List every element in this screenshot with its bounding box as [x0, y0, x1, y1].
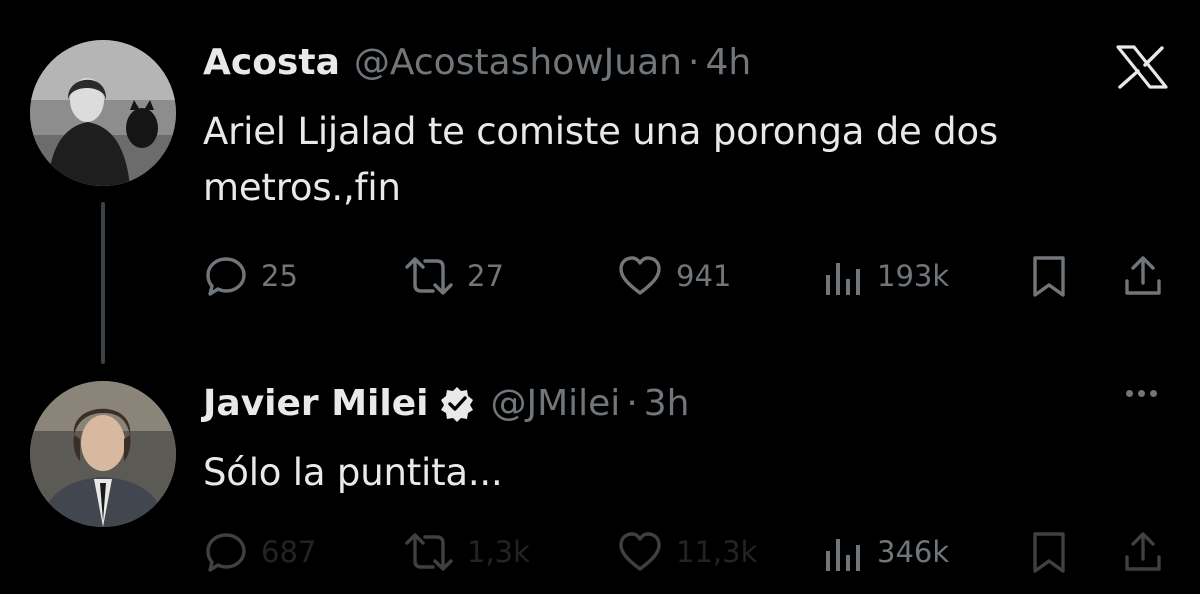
retweet-icon: [405, 257, 453, 295]
tweet-text-line: Ariel Lijalad te comiste una poronga de …: [203, 110, 998, 153]
views-icon: [826, 263, 860, 295]
like-icon: [619, 532, 661, 571]
tweet-actions: 687 1,3k 11,3k 346k: [203, 528, 1173, 576]
thread-line: [101, 202, 105, 364]
share-icon: [1125, 532, 1161, 571]
bookmark-button[interactable]: [1029, 528, 1069, 576]
bookmark-icon: [1033, 532, 1065, 573]
like-icon: [619, 256, 661, 295]
reply-count: 25: [261, 259, 298, 293]
tweet-header: Acosta @AcostashowJuan · 4h: [203, 40, 751, 86]
tweet-text-line: metros.,fin: [203, 166, 401, 209]
views-count: 193k: [877, 259, 950, 293]
user-handle[interactable]: @JMilei: [490, 381, 620, 427]
views-button[interactable]: 193k: [821, 252, 949, 300]
verified-badge-icon: [441, 387, 474, 422]
like-count: 11,3k: [676, 535, 758, 569]
share-icon: [1125, 256, 1161, 295]
reply-button[interactable]: 25: [203, 252, 298, 300]
reply-icon: [206, 257, 246, 296]
views-icon: [826, 539, 860, 571]
retweet-count: 1,3k: [467, 535, 530, 569]
retweet-count: 27: [467, 259, 504, 293]
reply-count: 687: [261, 535, 317, 569]
avatar-milei-image: [30, 381, 176, 527]
separator: ·: [626, 383, 638, 424]
display-name[interactable]: Javier Milei: [203, 381, 428, 427]
tweet-text: Sólo la puntita...: [203, 445, 1193, 501]
retweet-button[interactable]: 27: [403, 252, 504, 300]
display-name[interactable]: Acosta: [203, 40, 340, 86]
share-button[interactable]: [1121, 252, 1165, 300]
tweet-text: Ariel Lijalad te comiste una poronga de …: [203, 104, 1193, 216]
tweet-header: Javier Milei @JMilei · 3h: [203, 381, 690, 427]
views-count: 346k: [877, 535, 950, 569]
reply-button[interactable]: 687: [203, 528, 316, 576]
avatar[interactable]: [30, 40, 176, 186]
bookmark-button[interactable]: [1029, 252, 1069, 300]
separator: ·: [687, 42, 700, 83]
views-button[interactable]: 346k: [821, 528, 949, 576]
avatar-acosta-image: [30, 40, 176, 186]
user-handle[interactable]: @AcostashowJuan: [354, 40, 682, 86]
tweet-text-line: Sólo la puntita...: [203, 451, 503, 494]
more-options-icon[interactable]: [1126, 390, 1157, 397]
like-button[interactable]: 11,3k: [616, 528, 757, 576]
retweet-icon: [405, 533, 453, 571]
like-count: 941: [676, 259, 732, 293]
reply-icon: [206, 533, 246, 572]
tweet-actions: 25 27 941 193k: [203, 252, 1173, 300]
share-button[interactable]: [1121, 528, 1165, 576]
like-button[interactable]: 941: [616, 252, 731, 300]
x-logo-icon[interactable]: [1112, 45, 1172, 93]
retweet-button[interactable]: 1,3k: [403, 528, 530, 576]
avatar[interactable]: [30, 381, 176, 527]
timestamp[interactable]: 4h: [705, 40, 751, 86]
bookmark-icon: [1033, 256, 1065, 297]
timestamp[interactable]: 3h: [644, 381, 690, 427]
